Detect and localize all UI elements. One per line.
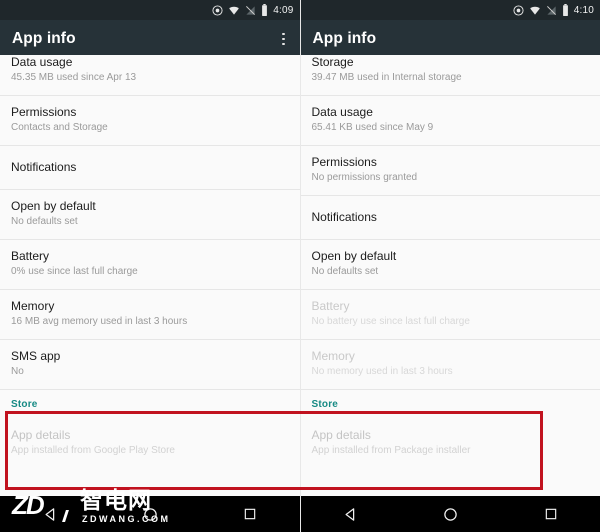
- status-icons-left: [212, 4, 268, 16]
- settings-row-title: Permissions: [11, 105, 77, 119]
- settings-row-subtitle: No permissions granted: [311, 172, 418, 183]
- store-section-label: Store: [11, 399, 38, 410]
- watermark-brand: 智电网: [80, 487, 152, 513]
- home-circle-icon[interactable]: [431, 496, 471, 532]
- location-target-icon: [212, 4, 223, 16]
- settings-row-subtitle: 16 MB avg memory used in last 3 hours: [11, 316, 188, 327]
- settings-row-title: SMS app: [11, 349, 61, 363]
- settings-row-title: Storage: [311, 55, 354, 69]
- settings-list-right: Storage 39.47 MB used in Internal storage…: [300, 55, 600, 468]
- watermark-mark: ZD: [12, 490, 45, 520]
- settings-row-title: Notifications: [311, 210, 377, 224]
- phone-screen-right: 4:10 App info Storage 39.47 MB used in In…: [299, 0, 600, 532]
- dual-screenshot-comparison: 4:09 App info Data usage 45.35 MB used si…: [0, 0, 600, 532]
- recents-square-icon[interactable]: [230, 496, 270, 532]
- app-bar-left: App info: [0, 20, 300, 58]
- status-bar-clock: 4:10: [573, 4, 594, 16]
- settings-row[interactable]: Notifications: [0, 146, 300, 190]
- settings-row-title: Memory: [11, 299, 55, 313]
- navigation-bar-right: [300, 496, 600, 532]
- settings-row-title: Data usage: [11, 55, 73, 69]
- wifi-icon: [229, 6, 240, 15]
- settings-row[interactable]: Memory 16 MB avg memory used in last 3 ho…: [0, 290, 300, 340]
- status-bar-clock: 4:09: [273, 4, 294, 16]
- page-title: App info: [12, 30, 76, 47]
- settings-row-subtitle: Contacts and Storage: [11, 122, 108, 133]
- settings-row-title: Memory: [311, 349, 355, 363]
- settings-row-subtitle: No battery use since last full charge: [311, 316, 470, 327]
- settings-row[interactable]: Data usage 65.41 KB used since May 9: [300, 96, 600, 146]
- app-details-title: App details: [11, 428, 71, 442]
- battery-icon: [562, 4, 568, 16]
- settings-row-title: Permissions: [311, 155, 377, 169]
- settings-row-title: Battery: [11, 249, 50, 263]
- settings-row-title: Notifications: [11, 160, 77, 174]
- store-section-header: Store: [300, 390, 600, 414]
- settings-row[interactable]: SMS app No: [0, 340, 300, 390]
- signal-off-icon: [546, 5, 556, 15]
- watermark-domain: ZDWANG.COM: [82, 514, 171, 524]
- app-bar-right: App info: [300, 20, 600, 58]
- location-target-icon: [513, 4, 524, 16]
- settings-row[interactable]: Open by default No defaults set: [0, 190, 300, 240]
- app-details-subtitle: App installed from Google Play Store: [11, 445, 175, 456]
- settings-row-title: Data usage: [311, 105, 373, 119]
- settings-row-subtitle: No defaults set: [311, 266, 379, 277]
- battery-icon: [262, 4, 268, 16]
- settings-row-subtitle: 65.41 KB used since May 9: [311, 122, 434, 133]
- wifi-icon: [529, 6, 540, 15]
- settings-row-subtitle: No: [11, 366, 24, 377]
- back-triangle-icon[interactable]: [331, 496, 371, 532]
- phone-screen-left: 4:09 App info Data usage 45.35 MB used si…: [0, 0, 300, 532]
- settings-row-subtitle: No defaults set: [11, 216, 78, 227]
- store-section-label: Store: [311, 399, 339, 410]
- settings-row-subtitle: 45.35 MB used since Apr 13: [11, 72, 137, 83]
- settings-row-subtitle: 0% use since last full charge: [11, 266, 138, 277]
- signal-off-icon: [246, 5, 256, 15]
- settings-list-left: Data usage 45.35 MB used since Apr 13 Perm…: [0, 55, 300, 468]
- site-watermark: ZD 智电网 ZDWANG.COM: [12, 488, 182, 530]
- app-details-subtitle: App installed from Package installer: [311, 445, 471, 456]
- status-bar-left: 4:09: [0, 0, 300, 20]
- settings-row-subtitle: No memory used in last 3 hours: [311, 366, 453, 377]
- settings-row-title: Open by default: [311, 249, 397, 263]
- settings-row-title: Open by default: [11, 199, 96, 213]
- settings-row: Memory No memory used in last 3 hours: [300, 340, 600, 390]
- settings-row[interactable]: Permissions No permissions granted: [300, 146, 600, 196]
- overflow-menu-icon[interactable]: [279, 29, 288, 50]
- status-bar-right: 4:10: [300, 0, 600, 20]
- settings-row[interactable]: Storage 39.47 MB used in Internal storage: [300, 55, 600, 96]
- settings-row[interactable]: Notifications: [300, 196, 600, 240]
- app-details-row: App details App installed from Google Pla…: [0, 414, 300, 468]
- recents-square-icon[interactable]: [531, 496, 571, 532]
- settings-row[interactable]: Data usage 45.35 MB used since Apr 13: [0, 55, 300, 96]
- settings-row-subtitle: 39.47 MB used in Internal storage: [311, 72, 462, 83]
- app-details-row: App details App installed from Package in…: [300, 414, 600, 468]
- app-details-title: App details: [311, 428, 371, 442]
- settings-row[interactable]: Permissions Contacts and Storage: [0, 96, 300, 146]
- settings-row[interactable]: Battery 0% use since last full charge: [0, 240, 300, 290]
- store-section-header: Store: [0, 390, 300, 414]
- settings-row[interactable]: Open by default No defaults set: [300, 240, 600, 290]
- page-title: App info: [312, 30, 377, 47]
- settings-row: Battery No battery use since last full ch…: [300, 290, 600, 340]
- status-icons-right: [513, 4, 569, 16]
- settings-row-title: Battery: [311, 299, 350, 313]
